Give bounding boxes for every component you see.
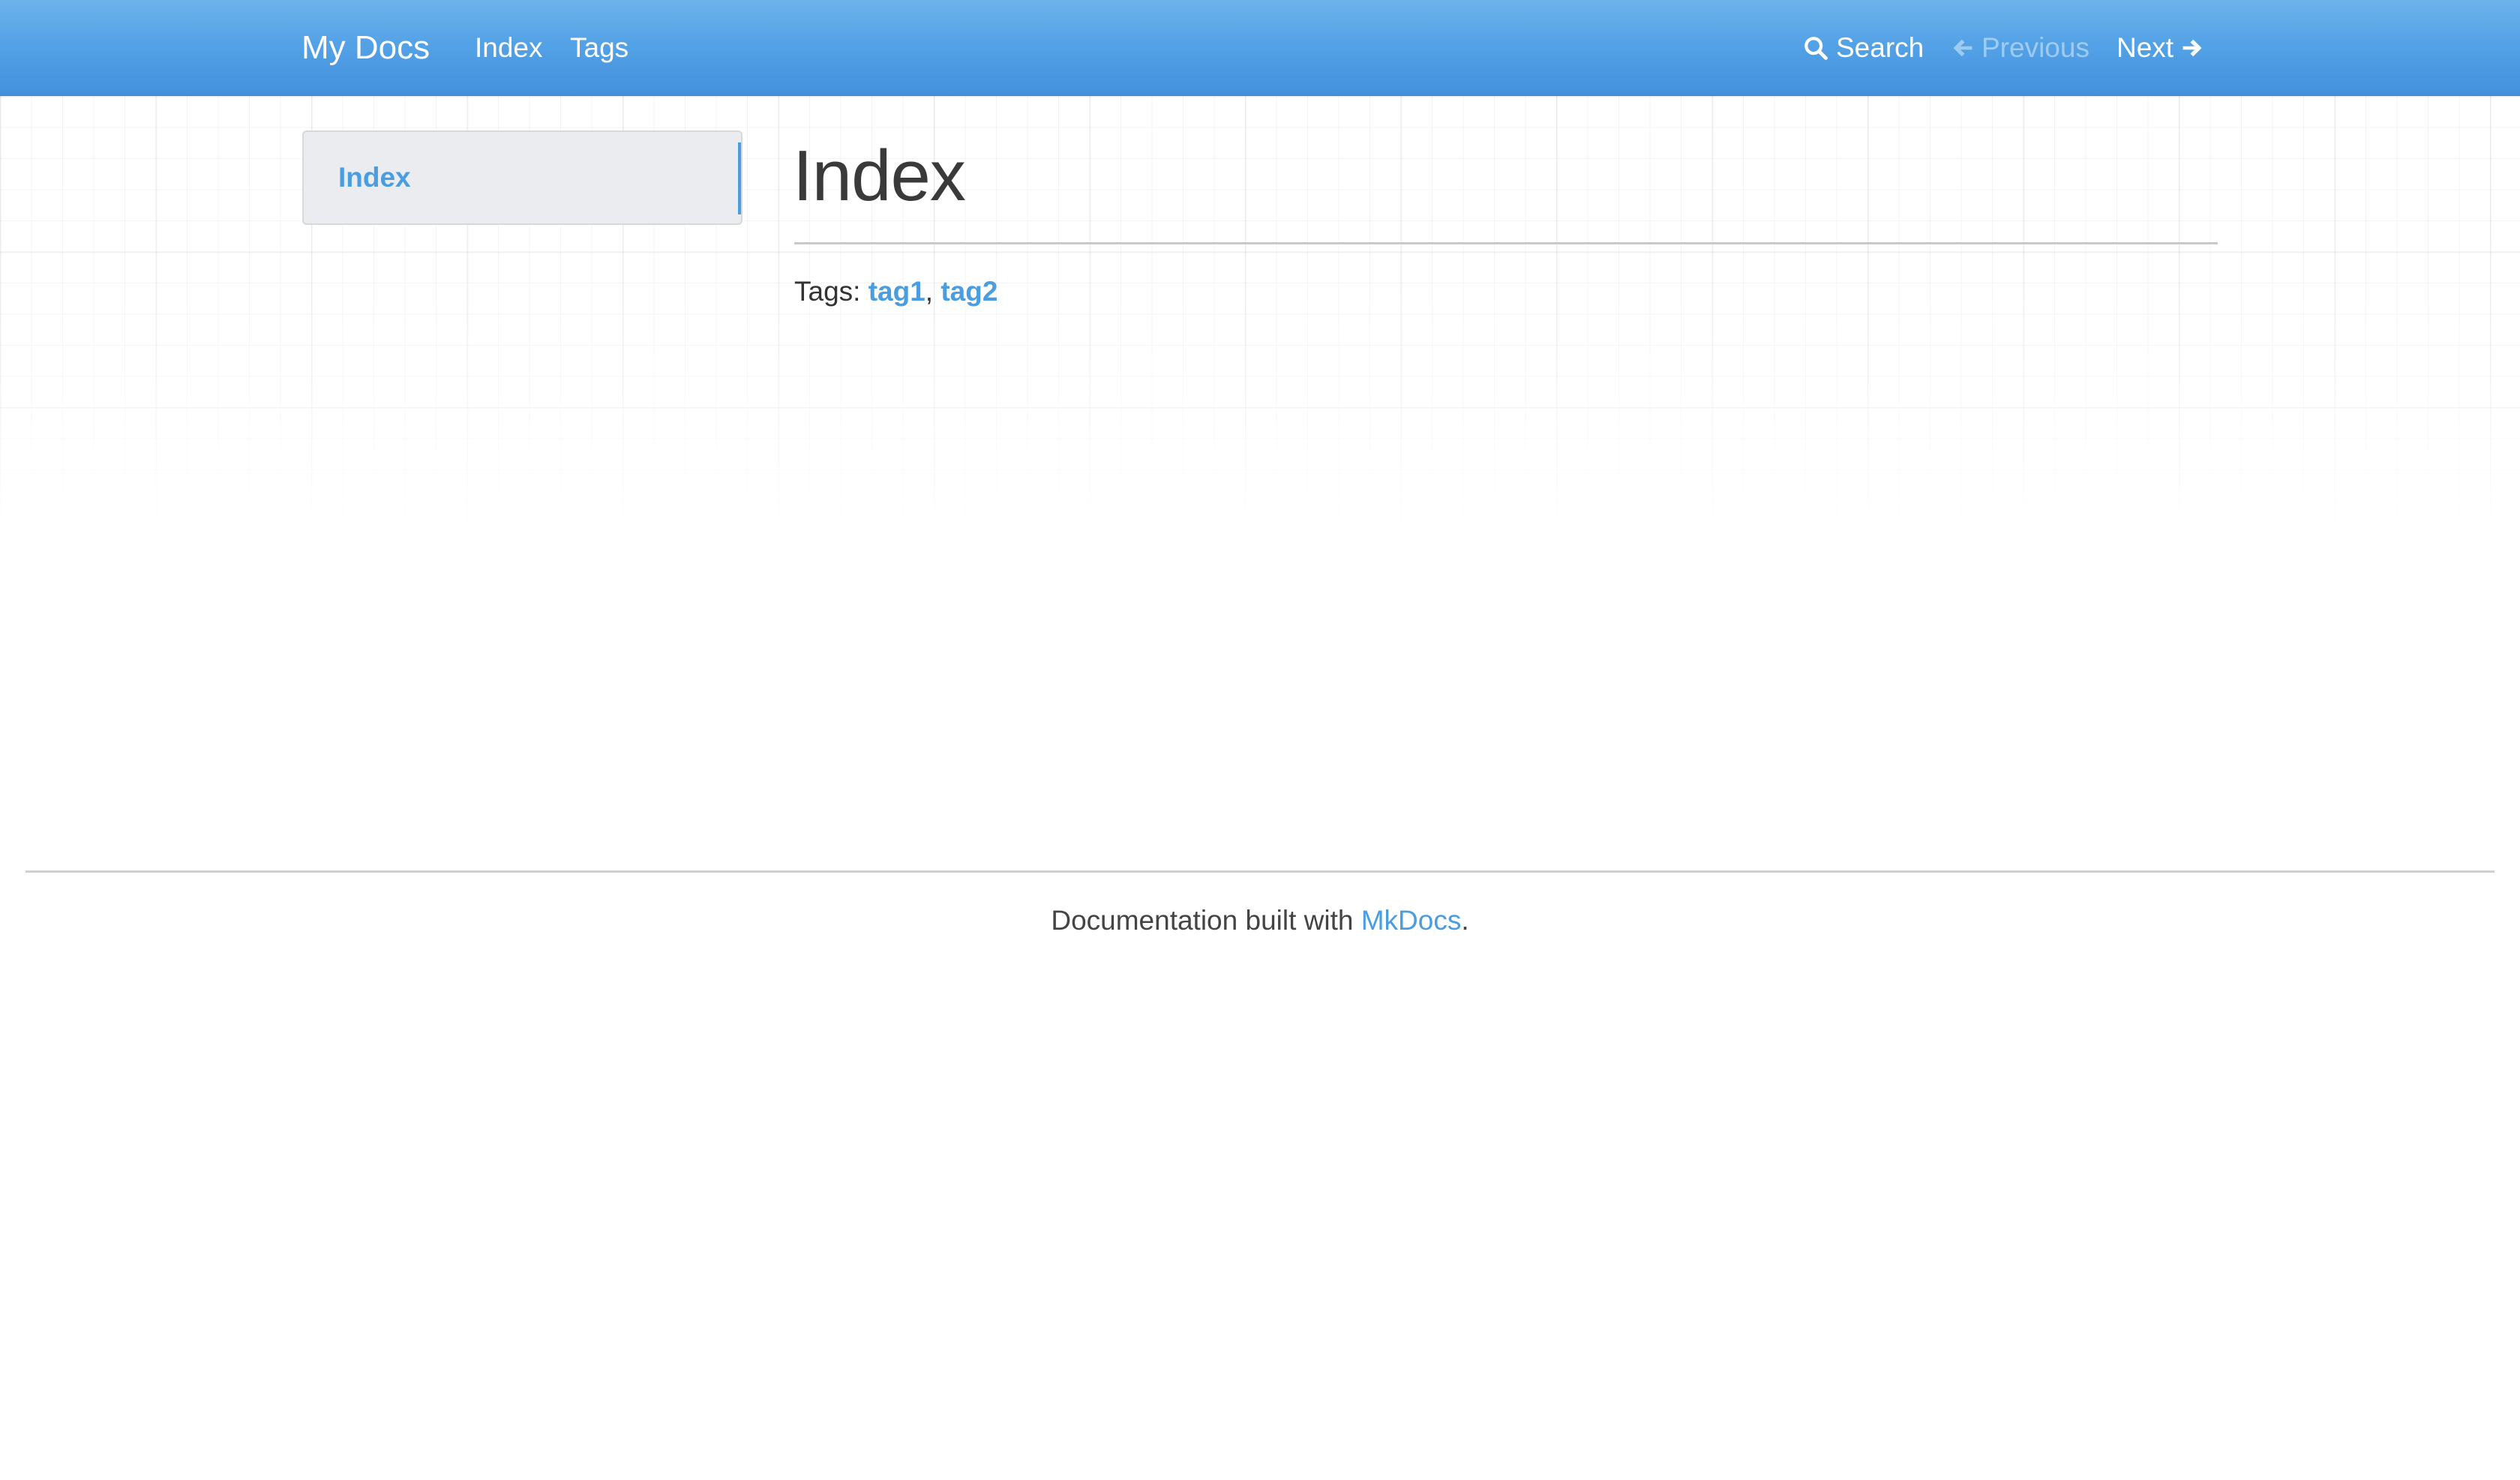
sidebar-item-index[interactable]: Index [338,132,411,223]
sidebar-active-indicator [738,142,741,214]
tags-prefix: Tags: [794,276,868,307]
footer-prefix: Documentation built with [1051,905,1361,936]
tag-link-tag2[interactable]: tag2 [940,276,998,307]
arrow-left-icon [1952,37,1974,59]
next-label: Next [2116,32,2174,63]
top-navbar: My Docs Index Tags Search Previous Next [0,0,2520,96]
page: My Docs Index Tags Search Previous Next [0,0,2520,1480]
tag-separator: , [925,276,941,307]
site-brand-link[interactable]: My Docs [302,0,430,96]
tags-line: Tags: tag1, tag2 [794,273,998,310]
search-button[interactable]: Search [1803,0,1924,96]
page-title: Index [793,136,966,216]
footer-divider [26,870,2494,873]
nav-link-index[interactable]: Index [475,0,543,96]
footer-suffix: . [1461,905,1469,936]
nav-link-tags[interactable]: Tags [570,0,628,96]
previous-label: Previous [1982,32,2090,63]
previous-page-button[interactable]: Previous [1952,0,2090,96]
arrow-right-icon [2181,37,2204,59]
tag-link-tag1[interactable]: tag1 [868,276,926,307]
next-page-button[interactable]: Next [2116,0,2204,96]
search-icon [1803,35,1828,61]
mkdocs-link[interactable]: MkDocs [1361,905,1462,936]
title-divider [794,242,2218,244]
footer-text: Documentation built with MkDocs. [0,900,2520,942]
sidebar-toc: Index [302,130,742,225]
search-label: Search [1836,32,1924,63]
